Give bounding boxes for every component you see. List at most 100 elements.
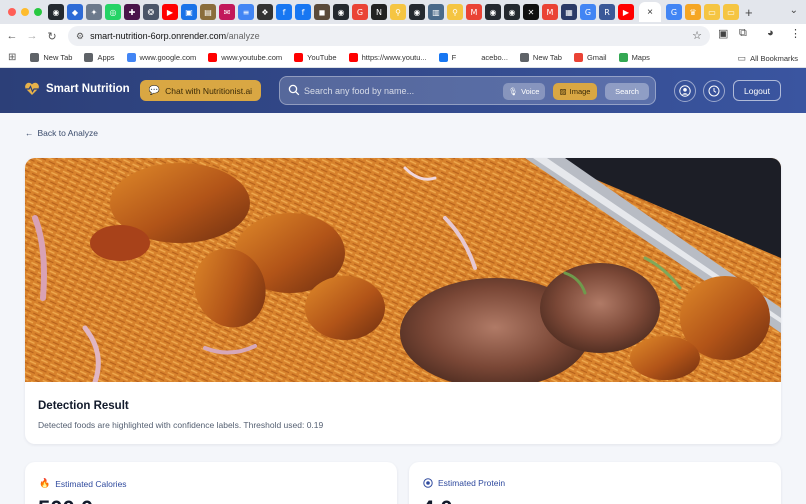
extension-icon[interactable]: ▣ xyxy=(718,27,728,40)
tab-google-icon[interactable]: G xyxy=(666,4,682,20)
bookmark-item[interactable]: F xyxy=(438,53,457,62)
tab-github-icon[interactable]: ◉ xyxy=(485,4,501,20)
image-search-button[interactable]: ▨ Image xyxy=(553,83,597,100)
brand-logo[interactable]: Smart Nutrition xyxy=(24,82,130,96)
apps-grid-icon[interactable]: ⊞ xyxy=(8,52,16,63)
new-tab-button[interactable]: + xyxy=(745,5,753,20)
voice-label: Voice xyxy=(521,87,540,96)
bookmark-favicon-icon xyxy=(30,53,40,62)
logout-button[interactable]: Logout xyxy=(733,80,781,101)
tab-app-icon[interactable]: R xyxy=(599,4,615,20)
active-tab-close-button[interactable]: × xyxy=(639,2,661,22)
url-path: /analyze xyxy=(226,31,260,41)
browser-tab-strip: ◉ ◆ ✦ ◎ ✚ ❂ ▶ ▣ ▤ ✉ ≡ ❖ f f ◼ ◉ G N ⚲ ◉ … xyxy=(0,0,806,24)
search-button[interactable]: Search xyxy=(605,83,649,100)
tab-github-icon[interactable]: ◉ xyxy=(504,4,520,20)
bookmark-favicon-icon xyxy=(348,53,358,62)
back-arrow-icon[interactable]: ← xyxy=(2,30,22,42)
tab-docs-icon[interactable]: ≡ xyxy=(238,4,254,20)
bookmark-item[interactable]: New Tab xyxy=(519,53,562,62)
bookmark-item[interactable]: Maps xyxy=(618,53,650,62)
image-label: Image xyxy=(569,87,591,96)
bookmark-favicon-icon xyxy=(438,53,448,62)
tab-app-icon[interactable]: ▦ xyxy=(561,4,577,20)
tab-youtube-icon[interactable]: ▶ xyxy=(618,4,634,20)
tab-app-icon[interactable]: ◼ xyxy=(314,4,330,20)
folder-icon: ▭ xyxy=(737,53,747,63)
bookmark-item[interactable]: www.youtube.com xyxy=(208,53,282,62)
bookmark-favicon-icon xyxy=(618,53,628,62)
chat-nutritionist-button[interactable]: 💬 Chat with Nutritionist.ai xyxy=(140,80,261,101)
tab-youtube-icon[interactable]: ▶ xyxy=(162,4,178,20)
bookmark-label: https://www.youtu... xyxy=(361,53,427,62)
tab-mail-icon[interactable]: ✉ xyxy=(219,4,235,20)
reload-icon[interactable]: ↻ xyxy=(42,30,62,43)
tab-extension-icon[interactable]: ✦ xyxy=(86,4,102,20)
tab-app-icon[interactable]: ▭ xyxy=(723,4,739,20)
bookmark-favicon-icon xyxy=(126,53,136,62)
image-icon: ▨ xyxy=(559,87,567,96)
tab-app-icon[interactable]: ♛ xyxy=(685,4,701,20)
profile-avatar-icon[interactable]: ◕ xyxy=(767,27,774,39)
tab-google-icon[interactable]: G xyxy=(580,4,596,20)
forward-arrow-icon[interactable]: → xyxy=(22,30,42,42)
history-button[interactable] xyxy=(703,80,725,102)
bookmark-label: YouTube xyxy=(307,53,337,62)
browser-menu-icon[interactable]: ⋮ xyxy=(790,27,801,40)
tab-chatgpt-icon[interactable]: ❂ xyxy=(143,4,159,20)
maximize-window-icon[interactable] xyxy=(34,8,42,16)
tab-notion-icon[interactable]: N xyxy=(371,4,387,20)
bookmark-item[interactable]: New Tab xyxy=(30,53,72,62)
bookmark-item[interactable]: www.google.com xyxy=(126,53,196,62)
bookmark-favicon-icon xyxy=(468,53,478,62)
detected-food-image xyxy=(25,158,781,382)
bookmark-item[interactable]: acebo... xyxy=(468,53,508,62)
profile-button[interactable] xyxy=(674,80,696,102)
bookmark-item[interactable]: Gmail xyxy=(573,53,607,62)
voice-search-button[interactable]: 🎙 Voice xyxy=(503,83,545,100)
tab-search-chevron-icon[interactable]: ⌄ xyxy=(790,5,798,16)
tab-github-icon[interactable]: ◉ xyxy=(333,4,349,20)
bookmark-item[interactable]: YouTube xyxy=(294,53,337,62)
tab-slack-icon[interactable]: ✚ xyxy=(124,4,140,20)
tab-app-icon[interactable]: ▣ xyxy=(181,4,197,20)
tab-x-icon[interactable]: ✕ xyxy=(523,4,539,20)
tab-github-icon[interactable]: ◉ xyxy=(409,4,425,20)
arrow-left-icon: ← xyxy=(25,128,34,138)
flame-icon: 🔥 xyxy=(39,478,51,488)
bookmark-star-icon[interactable]: ☆ xyxy=(692,29,702,42)
tab-app-icon[interactable]: ▤ xyxy=(200,4,216,20)
tab-openai-icon[interactable]: ❖ xyxy=(257,4,273,20)
tab-facebook-icon[interactable]: f xyxy=(295,4,311,20)
minimize-window-icon[interactable] xyxy=(21,8,29,16)
bookmark-item[interactable]: Apps xyxy=(84,53,115,62)
protein-value: 4.0 xyxy=(422,496,453,504)
back-to-analyze-link[interactable]: ← Back to Analyze xyxy=(25,128,98,138)
tab-search-icon[interactable]: ⚲ xyxy=(390,4,406,20)
tab-facebook-icon[interactable]: f xyxy=(276,4,292,20)
calories-value: 500.0 xyxy=(38,496,93,504)
site-info-icon[interactable]: ⚙ xyxy=(76,31,84,42)
close-window-icon[interactable] xyxy=(8,8,16,16)
tab-search-icon[interactable]: ⚲ xyxy=(447,4,463,20)
bookmark-label: New Tab xyxy=(532,53,562,62)
url-field[interactable]: ⚙ smart-nutrition-6orp.onrender.com/anal… xyxy=(68,26,710,46)
bookmark-label: Gmail xyxy=(586,53,607,62)
url-host: smart-nutrition-6orp.onrender.com xyxy=(90,31,227,41)
microphone-icon: 🎙 xyxy=(508,87,519,96)
bookmark-item[interactable]: https://www.youtu... xyxy=(348,53,427,62)
all-bookmarks-button[interactable]: ▭ All Bookmarks xyxy=(738,53,798,64)
bookmark-label: F xyxy=(451,53,457,62)
tab-app-icon[interactable]: ▭ xyxy=(704,4,720,20)
tab-gmail-icon[interactable]: M xyxy=(466,4,482,20)
bookmark-favicon-icon xyxy=(84,53,94,62)
tab-app-icon[interactable]: ◆ xyxy=(67,4,83,20)
extensions-puzzle-icon[interactable]: ⧉ xyxy=(739,27,747,40)
tab-whatsapp-icon[interactable]: ◎ xyxy=(105,4,121,20)
tab-github-icon[interactable]: ◉ xyxy=(48,4,64,20)
tab-gmail-icon[interactable]: M xyxy=(542,4,558,20)
tab-google-icon[interactable]: G xyxy=(352,4,368,20)
food-search-input[interactable] xyxy=(304,83,499,99)
tab-chart-icon[interactable]: ▥ xyxy=(428,4,444,20)
food-search-bar: 🎙 Voice ▨ Image Search xyxy=(279,76,656,105)
